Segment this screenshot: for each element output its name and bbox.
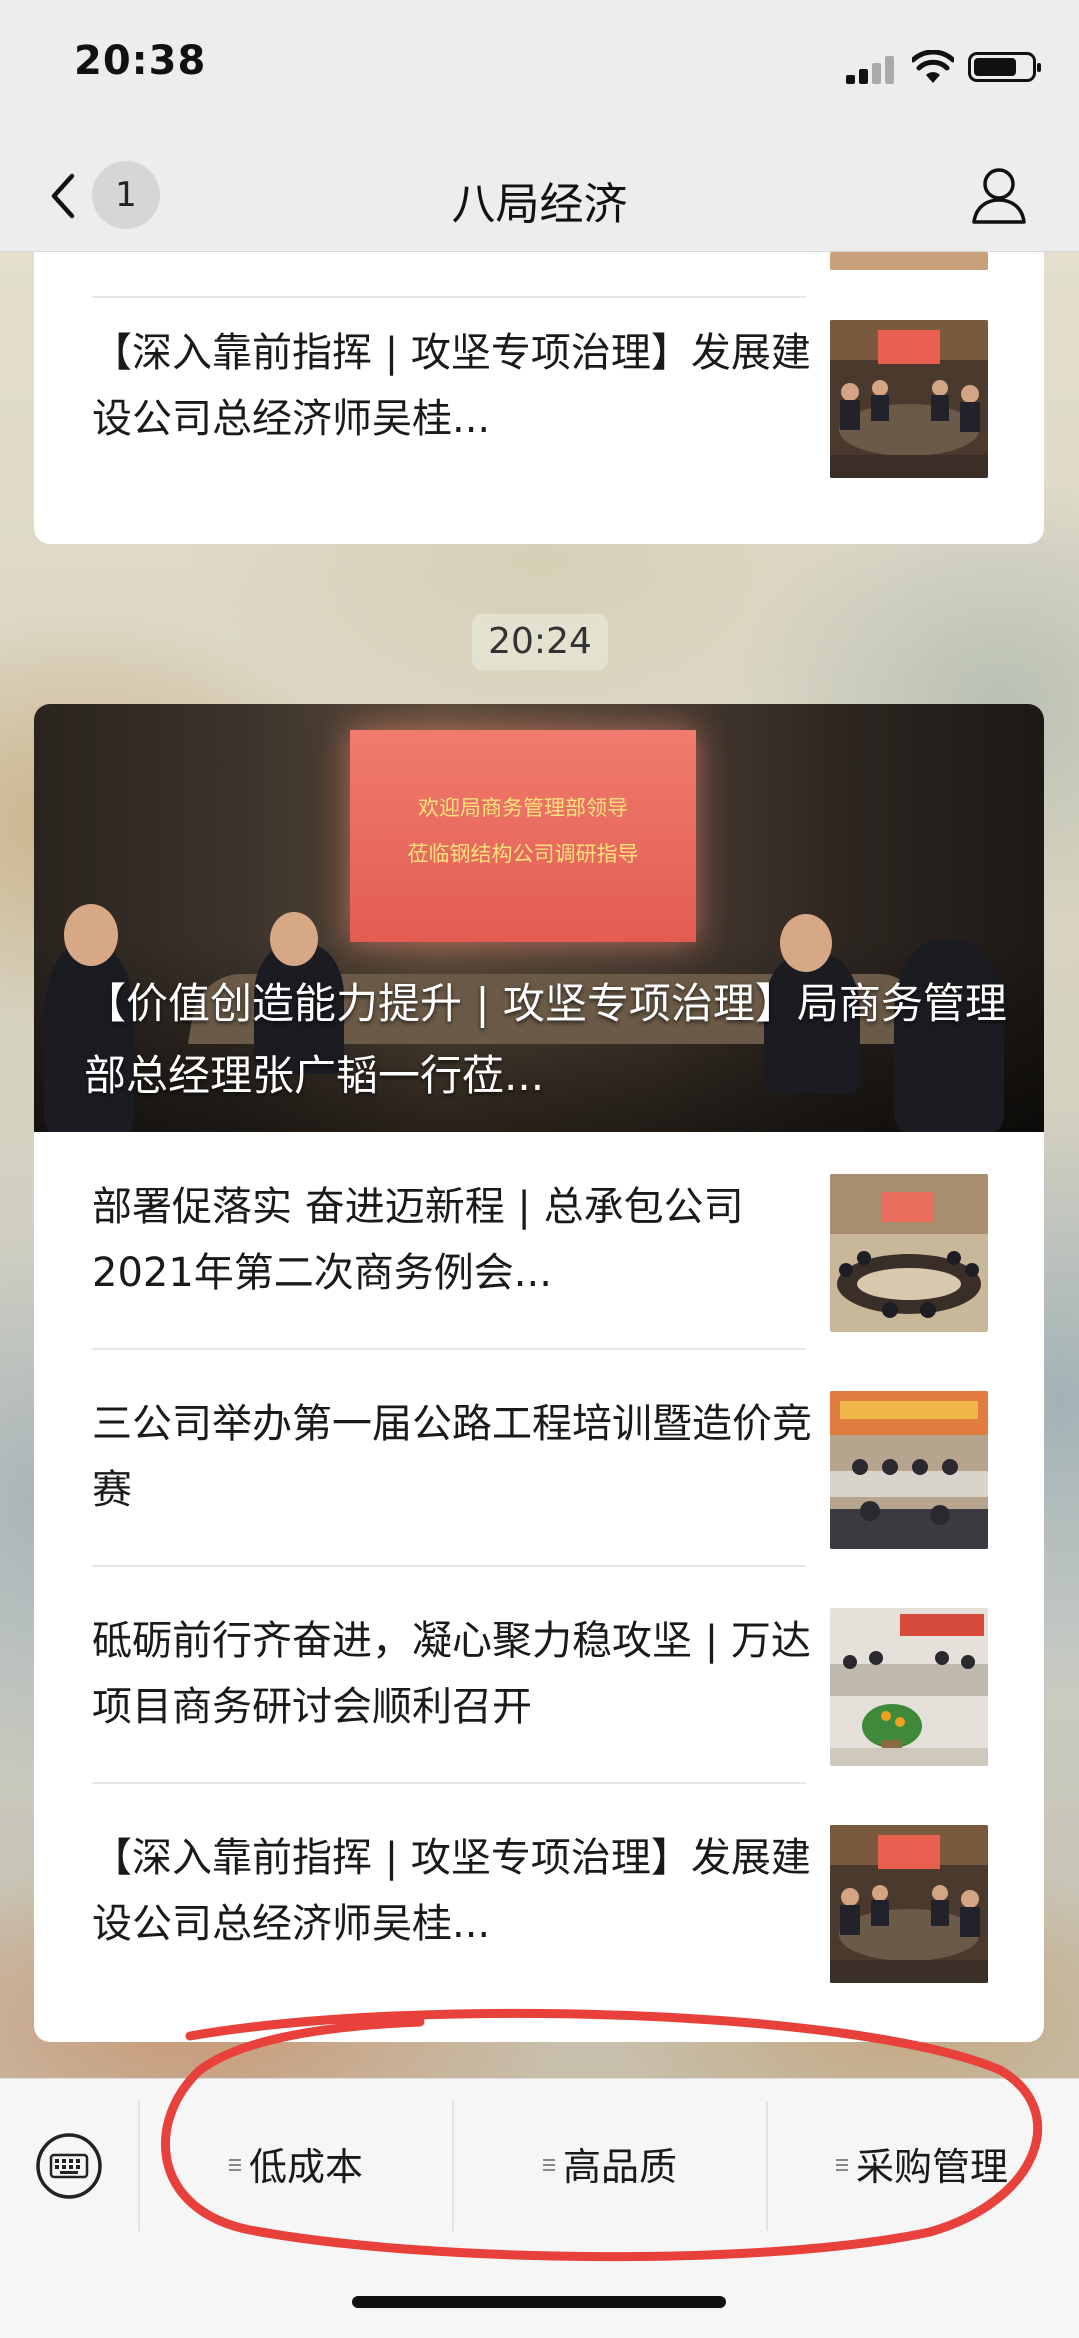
article-thumbnail: [830, 1391, 988, 1549]
menu-item-high-quality[interactable]: 高品质: [454, 2119, 766, 2215]
thumbnail-partial: [830, 252, 988, 270]
article-item[interactable]: 部署促落实 奋进迈新程 | 总承包公司 2021年第二次商务例会...: [34, 1132, 1044, 1348]
article-thumbnail: [830, 320, 988, 478]
cellular-signal-icon: [846, 56, 898, 84]
article-card-main: 欢迎局商务管理部领导 莅临钢结构公司调研指导 【价值创造能力提升 | 攻坚专项治…: [34, 704, 1044, 2042]
profile-icon[interactable]: [970, 164, 1028, 226]
nav-bar: 1 八局经济: [0, 140, 1079, 252]
status-bar: 20:38: [0, 0, 1079, 140]
article-title: 部署促落实 奋进迈新程 | 总承包公司 2021年第二次商务例会...: [92, 1184, 744, 1296]
hero-article-title: 【价值创造能力提升 | 攻坚专项治理】局商务管理部总经理张广韬一行莅...: [84, 979, 1007, 1100]
hero-person-head: [270, 912, 318, 966]
article-item[interactable]: 砥砺前行齐奋进，凝心聚力稳攻坚 | 万达项目商务研讨会顺利召开: [34, 1566, 1044, 1782]
article-item[interactable]: 【深入靠前指挥 | 攻坚专项治理】发展建设公司总经济师吴桂...: [34, 1783, 1044, 1999]
wifi-icon: [912, 50, 954, 83]
hero-screen-line1: 欢迎局商务管理部领导: [418, 796, 628, 820]
battery-icon: [968, 52, 1041, 82]
article-card-previous: 【深入靠前指挥 | 攻坚专项治理】发展建设公司总经济师吴桂...: [34, 252, 1044, 544]
hero-person-head: [780, 914, 832, 972]
menu-item-label: 高品质: [562, 2145, 677, 2189]
hero-screen-line2: 莅临钢结构公司调研指导: [407, 842, 639, 866]
menu-item-procurement[interactable]: 采购管理: [768, 2119, 1076, 2215]
menu-item-label: 采购管理: [855, 2145, 1008, 2189]
article-title: 【深入靠前指挥 | 攻坚专项治理】发展建设公司总经济师吴桂...: [92, 330, 811, 442]
message-timestamp: 20:24: [472, 614, 608, 670]
article-thumbnail: [830, 1174, 988, 1332]
hero-article[interactable]: 欢迎局商务管理部领导 莅临钢结构公司调研指导 【价值创造能力提升 | 攻坚专项治…: [34, 704, 1044, 1132]
article-title: 【深入靠前指挥 | 攻坚专项治理】发展建设公司总经济师吴桂...: [92, 1835, 811, 1947]
article-item[interactable]: 三公司举办第一届公路工程培训暨造价竞赛: [34, 1349, 1044, 1565]
menu-item-label: 低成本: [248, 2145, 363, 2189]
menu-lines-icon: [542, 2158, 555, 2173]
hero-projection-screen: 欢迎局商务管理部领导 莅临钢结构公司调研指导: [350, 730, 696, 942]
home-indicator[interactable]: [352, 2296, 726, 2308]
hero-person-head: [64, 904, 118, 966]
article-thumbnail: [830, 1608, 988, 1766]
menu-item-low-cost[interactable]: 低成本: [140, 2119, 452, 2215]
menu-lines-icon: [228, 2158, 241, 2173]
page-title: 八局经济: [451, 179, 628, 230]
keyboard-icon[interactable]: [34, 2131, 104, 2201]
article-title: 砥砺前行齐奋进，凝心聚力稳攻坚 | 万达项目商务研讨会顺利召开: [92, 1618, 811, 1730]
article-thumbnail: [830, 1825, 988, 1983]
menu-lines-icon: [835, 2158, 848, 2173]
article-title: 三公司举办第一届公路工程培训暨造价竞赛: [92, 1401, 812, 1513]
status-time: 20:38: [74, 38, 207, 84]
battery-level: [974, 58, 1016, 76]
article-item[interactable]: 【深入靠前指挥 | 攻坚专项治理】发展建设公司总经济师吴桂...: [34, 298, 1044, 514]
